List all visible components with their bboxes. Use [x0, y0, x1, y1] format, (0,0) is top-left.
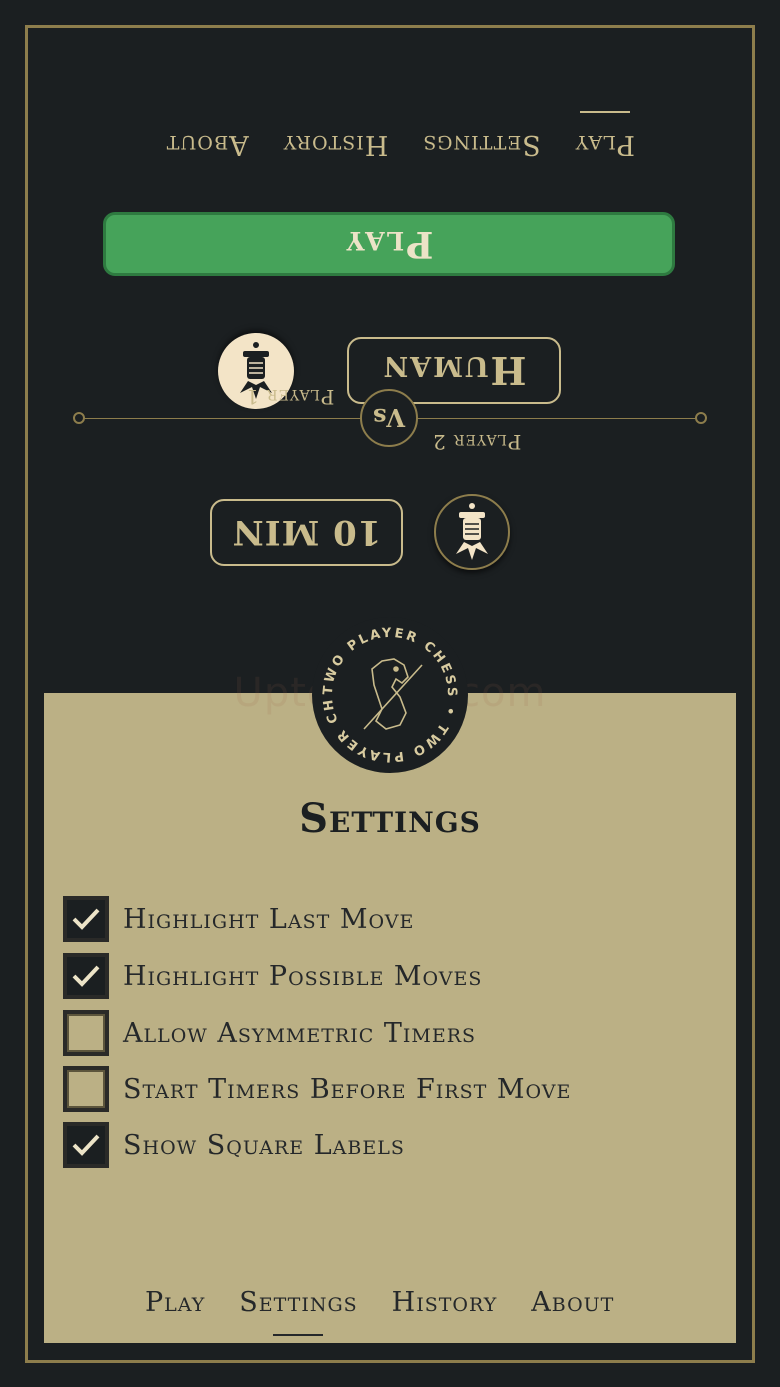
bottom-nav: Play Settings History About — [145, 1287, 614, 1318]
option-label: Allow Asymmetric Timers — [123, 1017, 477, 1049]
vs-badge: Vs — [360, 389, 418, 447]
option-label: Start Timers Before First Move — [123, 1073, 572, 1105]
player1-label: Player 1 — [245, 385, 335, 409]
option-highlight-last-move[interactable]: Highlight Last Move — [63, 896, 414, 942]
player1-zone: Play Settings History About Play Human — [0, 0, 780, 450]
tab-play[interactable]: Play — [145, 1287, 205, 1318]
divider-dot-left — [73, 412, 85, 424]
time-control-button[interactable]: 10 MIN — [210, 499, 403, 566]
player1-tab-play[interactable]: Play — [575, 129, 635, 160]
tab-about[interactable]: About — [531, 1287, 614, 1318]
svg-text:TWO PLAYER CHESS • TWO PLAYER: TWO PLAYER CHESS • TWO PLAYER CHESS • — [312, 617, 459, 764]
option-start-timers-before-first-move[interactable]: Start Timers Before First Move — [63, 1066, 571, 1112]
option-label: Highlight Possible Moves — [123, 960, 483, 992]
checkmark-icon — [72, 1134, 100, 1156]
player1-tab-history[interactable]: History — [283, 129, 389, 160]
play-button[interactable]: Play — [103, 212, 675, 276]
divider-dot-right — [695, 412, 707, 424]
option-label: Highlight Last Move — [123, 903, 415, 935]
option-allow-asymmetric-timers[interactable]: Allow Asymmetric Timers — [63, 1010, 476, 1056]
checkmark-icon — [72, 965, 100, 987]
player1-nav: Play Settings History About — [166, 129, 635, 160]
checkbox-checked[interactable] — [63, 896, 109, 942]
tab-history[interactable]: History — [392, 1287, 498, 1318]
option-show-square-labels[interactable]: Show Square Labels — [63, 1122, 405, 1168]
player2-label: Player 2 — [432, 430, 522, 454]
player2-avatar[interactable] — [434, 494, 510, 570]
checkbox-checked[interactable] — [63, 953, 109, 999]
black-king-icon — [456, 503, 488, 560]
checkbox-checked[interactable] — [63, 1122, 109, 1168]
tab-settings[interactable]: Settings — [239, 1287, 357, 1318]
option-highlight-possible-moves[interactable]: Highlight Possible Moves — [63, 953, 482, 999]
app-logo: TWO PLAYER CHESS • TWO PLAYER CHESS • — [306, 606, 468, 773]
settings-title: Settings — [299, 795, 481, 842]
knight-logo-icon: TWO PLAYER CHESS • TWO PLAYER CHESS • — [306, 606, 459, 764]
option-label: Show Square Labels — [123, 1129, 405, 1161]
checkbox-unchecked[interactable] — [63, 1066, 109, 1112]
checkbox-unchecked[interactable] — [63, 1010, 109, 1056]
player1-tab-settings[interactable]: Settings — [422, 129, 540, 160]
checkmark-icon — [72, 908, 100, 930]
player1-tab-about[interactable]: About — [166, 129, 249, 160]
